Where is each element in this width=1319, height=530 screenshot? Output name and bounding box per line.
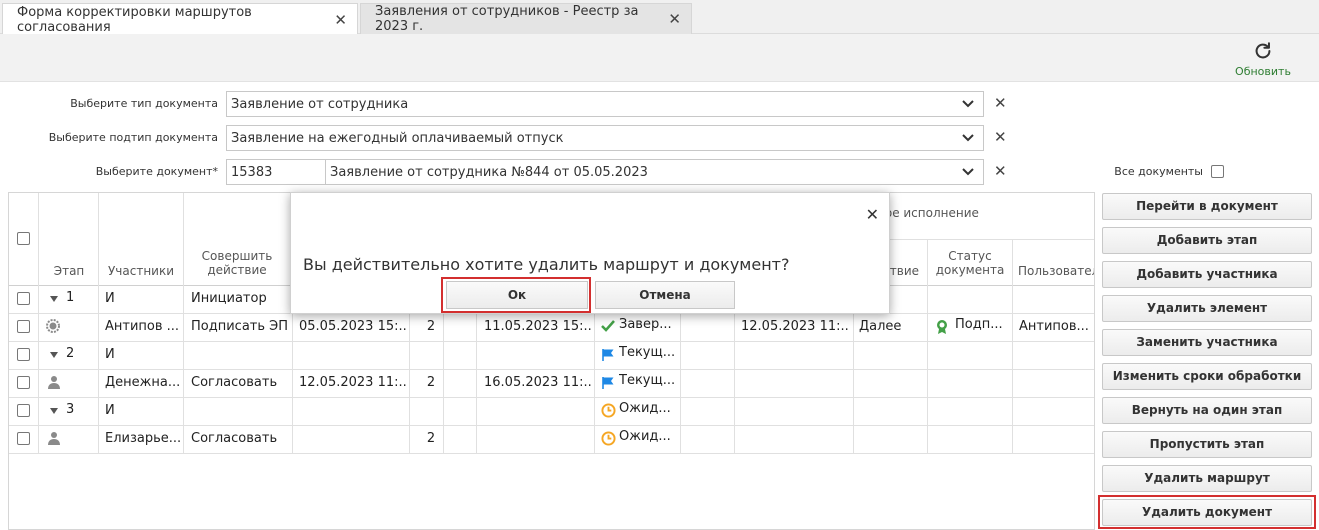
row-status: Ожид...: [619, 429, 671, 444]
col-group-header: ское исполнение: [871, 206, 979, 220]
change-deadlines-button[interactable]: Изменить сроки обработки: [1102, 363, 1312, 390]
gear-icon: [46, 319, 60, 333]
close-icon[interactable]: ✕: [866, 205, 879, 224]
row-checkbox[interactable]: [17, 404, 30, 417]
replace-participant-button[interactable]: Заменить участника: [1102, 329, 1312, 356]
all-docs-label: Все документы: [1114, 165, 1203, 178]
flag-icon: [602, 349, 614, 361]
doc-subtype-select[interactable]: Заявление на ежегодный оплачиваемый отпу…: [226, 125, 984, 151]
chevron-down-icon: [962, 168, 974, 176]
row-checkbox[interactable]: [17, 348, 30, 361]
row-action2: Далее: [859, 319, 902, 334]
doc-type-value: Заявление от сотрудника: [231, 97, 409, 112]
row-stage: 3: [66, 402, 75, 417]
doc-id-value: 15383: [231, 165, 273, 180]
row-received: 12.05.2023 11:...: [299, 375, 407, 390]
doc-label: Выберите документ*: [95, 165, 218, 178]
refresh-button[interactable]: Обновить: [1232, 40, 1294, 78]
chevron-down-icon: [962, 100, 974, 108]
row-count: 2: [426, 431, 436, 446]
row-participant: И: [105, 291, 115, 306]
col-stage-header: Этап: [53, 264, 85, 278]
doc-select[interactable]: Заявление от сотрудника №844 от 05.05.20…: [325, 159, 984, 185]
chevron-down-icon: [962, 134, 974, 142]
refresh-label: Обновить: [1235, 65, 1291, 78]
row-doc-status: Подп...: [955, 317, 1003, 332]
doc-subtype-value: Заявление на ежегодный оплачиваемый отпу…: [231, 131, 564, 146]
dialog-message: Вы действительно хотите удалить маршрут …: [303, 255, 790, 274]
row-participant: И: [105, 347, 115, 362]
row-status: Текущ...: [619, 373, 676, 388]
refresh-icon: [1255, 42, 1271, 59]
row-action: Инициатор: [191, 291, 267, 306]
tab-label: Заявления от сотрудников - Реестр за 202…: [375, 4, 639, 34]
flag-icon: [602, 377, 614, 389]
row-participant: И: [105, 403, 115, 418]
row-checkbox[interactable]: [17, 376, 30, 389]
doc-type-select[interactable]: Заявление от сотрудника: [226, 91, 984, 117]
tab-label: Форма корректировки маршрутов согласован…: [17, 4, 252, 35]
doc-id-field[interactable]: 15383: [226, 159, 326, 185]
expand-arrow-icon[interactable]: [49, 351, 59, 359]
add-participant-button[interactable]: Добавить участника: [1102, 261, 1312, 288]
doc-subtype-label: Выберите подтип документа: [48, 131, 218, 144]
row-stage: 1: [66, 290, 75, 305]
highlight-frame: [1098, 495, 1316, 529]
row-checkbox[interactable]: [17, 432, 30, 445]
row-participant: Антипов ...: [105, 319, 180, 334]
add-stage-button[interactable]: Добавить этап: [1102, 227, 1312, 254]
row-status: Текущ...: [619, 345, 676, 360]
row-user: Антипов...: [1019, 319, 1089, 334]
select-all-checkbox[interactable]: [17, 232, 30, 245]
clock-icon: [601, 403, 616, 418]
tab-bar: Форма корректировки маршрутов согласован…: [0, 0, 1319, 35]
expand-arrow-icon[interactable]: [49, 407, 59, 415]
row-checkbox[interactable]: [17, 292, 30, 305]
return-one-stage-button[interactable]: Вернуть на один этап: [1102, 397, 1312, 424]
clear-doc-subtype-icon[interactable]: ✕: [994, 128, 1007, 146]
toolbar: [0, 34, 1319, 82]
row-status: Завер...: [619, 317, 672, 332]
tab-route-correction[interactable]: Форма корректировки маршрутов согласован…: [2, 3, 358, 35]
row-status: Ожид...: [619, 401, 671, 416]
all-docs-checkbox[interactable]: [1211, 165, 1224, 178]
confirm-dialog: ✕ Вы действительно хотите удалить маршру…: [290, 192, 890, 314]
person-icon: [48, 432, 60, 445]
row-action: Подписать ЭП: [191, 319, 288, 334]
row-count: 2: [426, 375, 436, 390]
row-received: 05.05.2023 15:...: [299, 319, 407, 334]
clear-doc-type-icon[interactable]: ✕: [994, 94, 1007, 112]
expand-arrow-icon[interactable]: [49, 295, 59, 303]
award-icon: [937, 320, 947, 334]
row-count: 2: [426, 319, 436, 334]
highlight-frame: [441, 277, 591, 313]
row-checkbox[interactable]: [17, 320, 30, 333]
col-participants-header: Участники: [107, 264, 175, 278]
delete-element-button[interactable]: Удалить элемент: [1102, 295, 1312, 322]
skip-stage-button[interactable]: Пропустить этап: [1102, 431, 1312, 458]
close-icon[interactable]: ✕: [668, 10, 681, 28]
clock-icon: [601, 431, 616, 446]
doc-type-label: Выберите тип документа: [70, 97, 218, 110]
go-to-document-button[interactable]: Перейти в документ: [1102, 193, 1312, 220]
col-doc-status-header: Статус документа: [935, 249, 1005, 277]
row-participant: Денежна...: [105, 375, 181, 390]
col-action-header: Совершить действие: [201, 249, 273, 277]
row-deadline: 16.05.2023 11:...: [484, 375, 592, 390]
doc-value: Заявление от сотрудника №844 от 05.05.20…: [330, 165, 648, 180]
row-stage: 2: [66, 346, 75, 361]
check-icon: [601, 320, 615, 332]
tab-employee-applications[interactable]: Заявления от сотрудников - Реестр за 202…: [360, 3, 692, 34]
person-icon: [48, 376, 60, 389]
col-user-header: Пользовател: [1018, 264, 1095, 278]
row-completed: 12.05.2023 11:...: [741, 319, 849, 334]
row-participant: Елизарье...: [105, 431, 181, 446]
cancel-button[interactable]: Отмена: [595, 281, 735, 309]
row-deadline: 11.05.2023 15:...: [484, 319, 592, 334]
row-action: Согласовать: [191, 431, 278, 446]
close-icon[interactable]: ✕: [334, 11, 347, 29]
clear-doc-icon[interactable]: ✕: [994, 162, 1007, 180]
delete-route-button[interactable]: Удалить маршрут: [1102, 465, 1312, 492]
row-action: Согласовать: [191, 375, 278, 390]
